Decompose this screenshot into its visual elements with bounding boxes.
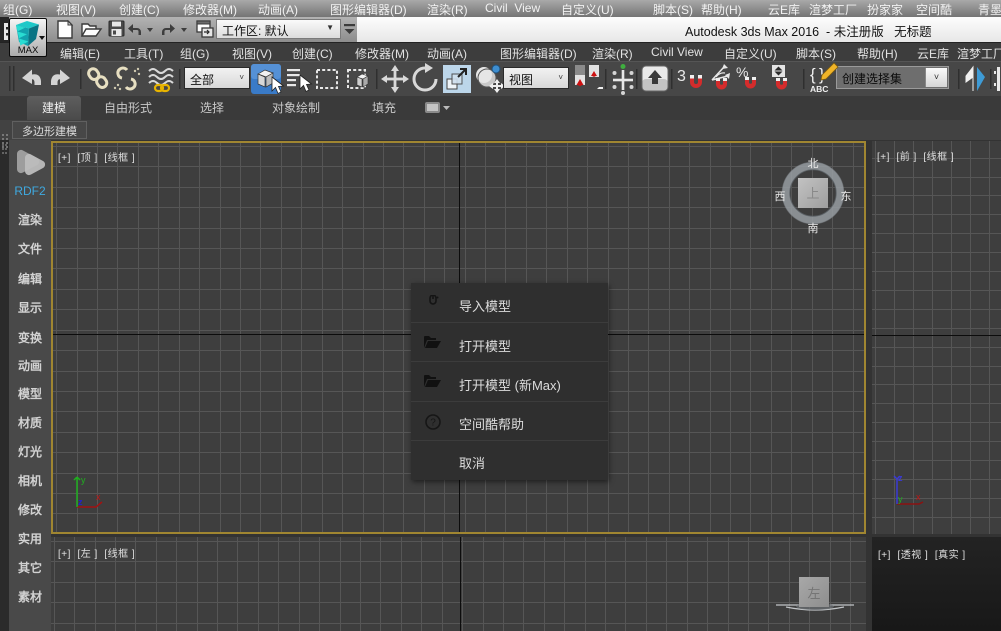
- svg-text:z: z: [898, 474, 903, 483]
- svg-text:ABC: ABC: [810, 84, 828, 94]
- svg-text:{: {: [810, 65, 816, 84]
- svg-text:上: 上: [806, 186, 819, 201]
- svg-text:z: z: [78, 497, 83, 507]
- svg-text:3: 3: [677, 68, 686, 85]
- svg-text:y: y: [81, 475, 86, 485]
- svg-text:x: x: [916, 492, 921, 502]
- svg-text:东: 东: [841, 190, 852, 203]
- svg-text:南: 南: [808, 222, 819, 235]
- svg-text:北: 北: [808, 157, 819, 170]
- svg-text:y: y: [898, 494, 903, 504]
- svg-text:x: x: [96, 492, 101, 502]
- svg-text:西: 西: [775, 191, 786, 203]
- svg-text:MAX: MAX: [18, 45, 39, 56]
- svg-text:?: ?: [430, 418, 436, 429]
- svg-text:左: 左: [807, 586, 820, 601]
